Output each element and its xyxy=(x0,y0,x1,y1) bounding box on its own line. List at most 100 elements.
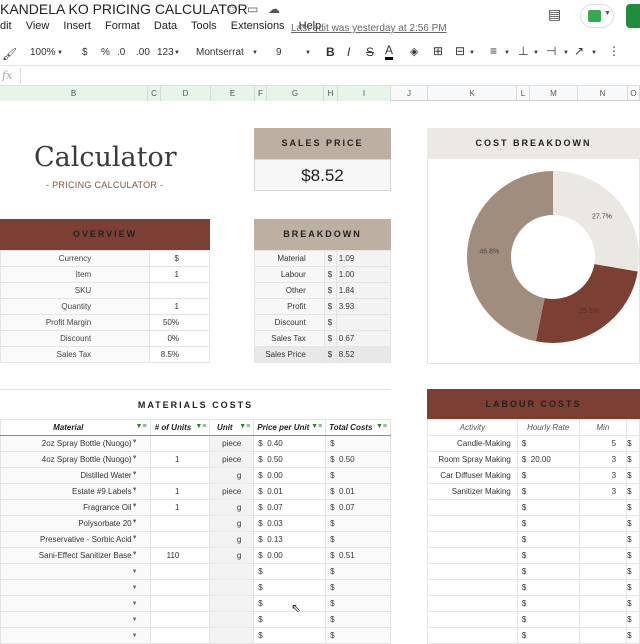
filter-icon[interactable]: ▼≡ xyxy=(239,423,250,430)
chevron-down-icon[interactable]: ▼ xyxy=(132,569,138,575)
price-cell[interactable]: $ xyxy=(253,563,327,580)
activity-cell[interactable] xyxy=(427,563,518,580)
activity-cell[interactable]: Room Spray Making xyxy=(427,451,518,468)
units-cell[interactable]: 1 xyxy=(149,451,211,468)
rate-cell[interactable]: $ xyxy=(516,563,580,580)
units-cell[interactable] xyxy=(149,579,211,596)
price-cell[interactable]: $ xyxy=(253,627,327,644)
rate-cell[interactable]: $ xyxy=(516,579,580,596)
increase-decimal-button[interactable]: .00 xyxy=(136,47,150,58)
total-cell[interactable]: $ xyxy=(325,611,391,628)
activity-cell[interactable] xyxy=(427,499,518,516)
star-icon[interactable]: ☆ xyxy=(226,2,237,16)
column-header-j[interactable]: J xyxy=(391,86,428,101)
min-cell[interactable]: 5 xyxy=(578,435,628,452)
breakdown-value[interactable]: 1.84 xyxy=(335,282,392,299)
chevron-down-icon[interactable]: ▼ xyxy=(132,535,138,541)
unit-cell[interactable]: piece xyxy=(209,435,255,452)
text-rotation-icon[interactable]: ↗ xyxy=(574,44,584,58)
price-cell[interactable]: $ 0.07 xyxy=(253,499,327,516)
material-name[interactable]: 4oz Spray Bottle (Nuogo) ▼ xyxy=(0,451,151,468)
rate-cell[interactable]: $ xyxy=(516,547,580,564)
menu-edit[interactable]: dit xyxy=(0,20,12,32)
units-cell[interactable] xyxy=(149,467,211,484)
price-cell[interactable]: $ 0.03 xyxy=(253,515,327,532)
column-header-b[interactable]: B xyxy=(0,86,148,101)
menu-data[interactable]: Data xyxy=(154,20,177,32)
units-cell[interactable] xyxy=(149,627,211,644)
menu-extensions[interactable]: Extensions xyxy=(231,20,285,32)
column-header-g[interactable]: G xyxy=(267,86,324,101)
unit-cell[interactable]: piece xyxy=(209,483,255,500)
chevron-down-icon[interactable]: ▼ xyxy=(132,519,138,525)
material-name[interactable]: 2oz Spray Bottle (Nuogo) ▼ xyxy=(0,435,151,452)
total-cell[interactable]: $ 0.07 xyxy=(325,499,391,516)
units-cell[interactable] xyxy=(149,563,211,580)
overview-value[interactable] xyxy=(149,282,210,299)
chevron-down-icon[interactable]: ▼ xyxy=(132,617,138,623)
min-cell[interactable] xyxy=(578,531,628,548)
text-color-button[interactable]: A xyxy=(385,44,394,60)
chevron-down-icon[interactable]: ▼ xyxy=(132,487,138,493)
formula-bar[interactable] xyxy=(0,66,640,86)
donut-slice[interactable] xyxy=(553,171,639,272)
min-cell[interactable] xyxy=(578,547,628,564)
unit-cell[interactable]: piece xyxy=(209,451,255,468)
min-cell[interactable]: 3 xyxy=(578,467,628,484)
total-cell[interactable]: $ xyxy=(325,563,391,580)
price-cell[interactable]: $ xyxy=(253,579,327,596)
material-name[interactable]: ▼ xyxy=(0,595,151,612)
price-cell[interactable]: $ 0.13 xyxy=(253,531,327,548)
unit-cell[interactable]: g xyxy=(209,547,255,564)
total-cell[interactable]: $ 0.50 xyxy=(325,451,391,468)
material-name[interactable]: ▼ xyxy=(0,579,151,596)
rate-cell[interactable]: $ 20.00 xyxy=(516,451,580,468)
column-header-f[interactable]: F xyxy=(255,86,267,101)
units-cell[interactable] xyxy=(149,611,211,628)
move-folder-icon[interactable]: ▭ xyxy=(247,2,258,16)
min-cell[interactable] xyxy=(578,579,628,596)
price-cell[interactable]: $ 0.40 xyxy=(253,435,327,452)
rate-cell[interactable]: $ xyxy=(516,627,580,644)
more-formats-button[interactable]: 123 xyxy=(157,47,174,58)
units-cell[interactable]: 110 xyxy=(149,547,211,564)
col-price-per-unit[interactable]: Price per Unit ▼≡ xyxy=(253,419,327,436)
activity-cell[interactable]: Candle-Making xyxy=(427,435,518,452)
activity-cell[interactable]: Sanitizer Making xyxy=(427,483,518,500)
total-cell[interactable]: $ xyxy=(325,515,391,532)
units-cell[interactable]: 1 xyxy=(149,483,211,500)
column-header-k[interactable]: K xyxy=(428,86,517,101)
unit-cell[interactable] xyxy=(209,611,255,628)
min-cell[interactable] xyxy=(578,563,628,580)
min-cell[interactable] xyxy=(578,515,628,532)
activity-cell[interactable] xyxy=(427,627,518,644)
activity-cell[interactable] xyxy=(427,531,518,548)
chevron-down-icon[interactable]: ▼ xyxy=(132,551,138,557)
overview-value[interactable]: 1 xyxy=(149,298,210,315)
currency-format-button[interactable]: $ xyxy=(82,47,88,58)
zoom-select[interactable]: 100% xyxy=(30,47,56,58)
activity-cell[interactable]: Car Diffuser Making xyxy=(427,467,518,484)
cost-breakdown-donut[interactable]: 27.7% 25.5% 46.8% xyxy=(466,170,640,344)
menu-tools[interactable]: Tools xyxy=(191,20,217,32)
chevron-down-icon[interactable]: ▼ xyxy=(132,455,138,461)
col-unit[interactable]: Unit ▼≡ xyxy=(209,419,255,436)
italic-button[interactable]: I xyxy=(347,45,350,59)
units-cell[interactable] xyxy=(149,515,211,532)
material-name[interactable]: Estate #9 Labels ▼ xyxy=(0,483,151,500)
material-name[interactable]: Fragrance Oil ▼ xyxy=(0,499,151,516)
total-cell[interactable]: $ xyxy=(325,579,391,596)
rate-cell[interactable]: $ xyxy=(516,435,580,452)
price-cell[interactable]: $ 0.00 xyxy=(253,547,327,564)
price-cell[interactable]: $ 0.50 xyxy=(253,451,327,468)
material-name[interactable]: Distilled Water ▼ xyxy=(0,467,151,484)
breakdown-value[interactable]: 0.67 xyxy=(335,330,392,347)
column-header-d[interactable]: D xyxy=(161,86,211,101)
activity-cell[interactable] xyxy=(427,579,518,596)
activity-cell[interactable] xyxy=(427,595,518,612)
material-name[interactable]: ▼ xyxy=(0,627,151,644)
total-cell[interactable]: $ xyxy=(325,435,391,452)
rate-cell[interactable]: $ xyxy=(516,467,580,484)
filter-icon[interactable]: ▼≡ xyxy=(136,423,147,430)
column-header-i[interactable]: I xyxy=(338,86,391,101)
